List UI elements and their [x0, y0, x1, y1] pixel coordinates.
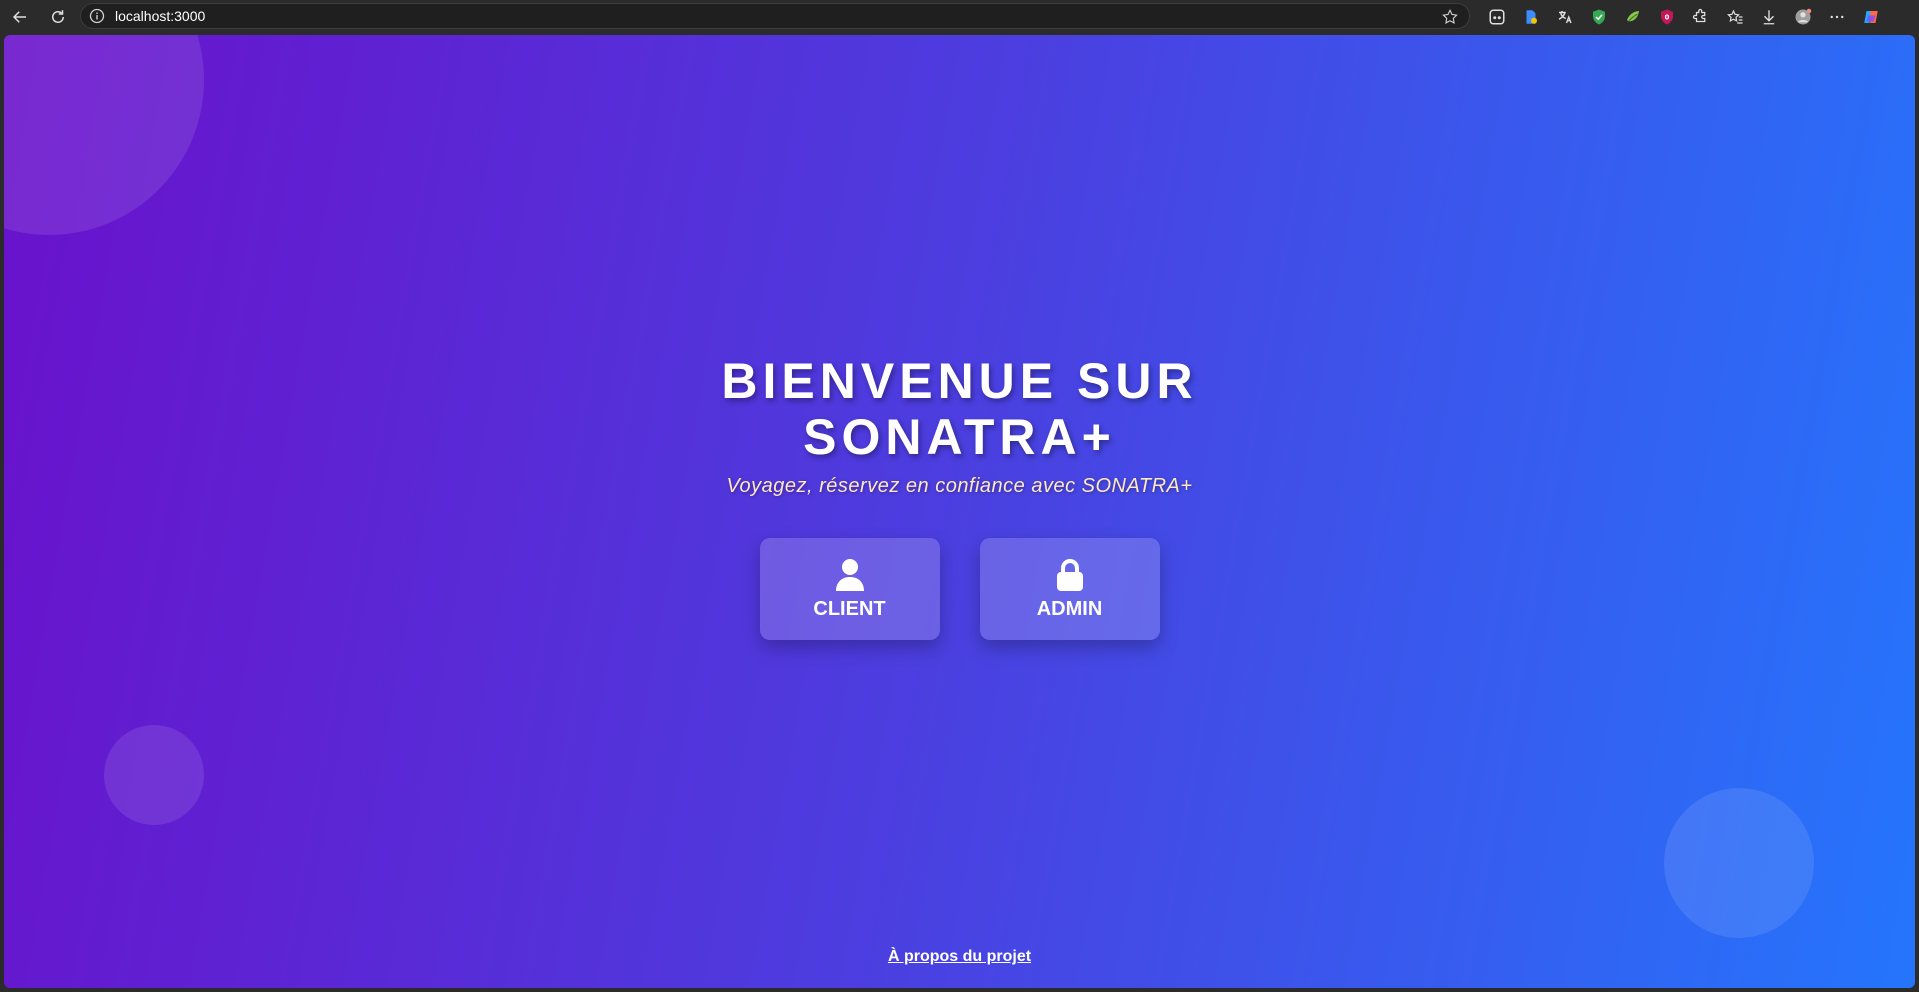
admin-button[interactable]: ADMIN	[979, 538, 1160, 640]
hero-section: BIENVENUE SUR SONATRA+ Voyagez, réservez…	[4, 353, 1915, 640]
user-icon	[835, 558, 864, 591]
document-icon	[1526, 10, 1537, 24]
copilot-button[interactable]	[1854, 0, 1888, 34]
screen-icon	[1489, 9, 1505, 25]
svg-text:0: 0	[1665, 13, 1670, 21]
avatar-icon	[1795, 8, 1812, 25]
puzzle-icon	[1692, 8, 1706, 23]
extension-2[interactable]	[1514, 0, 1548, 34]
client-button[interactable]: CLIENT	[759, 538, 940, 640]
extension-5[interactable]	[1616, 0, 1650, 34]
translate-icon	[1558, 11, 1572, 24]
extension-1[interactable]	[1480, 0, 1514, 34]
decorative-circle	[4, 35, 204, 235]
back-button[interactable]	[8, 5, 32, 29]
extension-6[interactable]: 0	[1650, 0, 1684, 34]
info-icon[interactable]	[89, 8, 105, 24]
favorites-icon	[1727, 9, 1743, 24]
page-title: BIENVENUE SUR SONATRA+	[721, 353, 1198, 465]
reload-button[interactable]	[46, 5, 70, 29]
page-viewport: BIENVENUE SUR SONATRA+ Voyagez, réservez…	[4, 35, 1915, 988]
about-project-link[interactable]: À propos du projet	[888, 948, 1031, 965]
extension-3[interactable]	[1548, 0, 1582, 34]
client-button-label: CLIENT	[813, 597, 886, 620]
downloads-button[interactable]	[1752, 0, 1786, 34]
star-icon[interactable]	[1441, 8, 1459, 26]
url-text: localhost:3000	[115, 8, 206, 24]
favorites-button[interactable]	[1718, 0, 1752, 34]
role-buttons: CLIENT ADMIN	[4, 538, 1915, 640]
profile-button[interactable]	[1786, 0, 1820, 34]
download-icon	[1763, 10, 1775, 25]
more-button[interactable]	[1820, 0, 1854, 34]
decorative-circle	[1664, 788, 1814, 938]
page-subtitle: Voyagez, réservez en confiance avec SONA…	[726, 475, 1193, 497]
extension-toolbar: 0	[1480, 0, 1888, 34]
more-icon	[1830, 15, 1844, 19]
back-arrow-icon	[12, 11, 26, 23]
shield-check-icon	[1593, 9, 1605, 25]
footer: À propos du projet	[4, 948, 1915, 966]
browser-toolbar: localhost:3000 0	[0, 0, 1919, 34]
decorative-circle	[104, 725, 204, 825]
extension-4[interactable]	[1582, 0, 1616, 34]
extensions-button[interactable]	[1684, 0, 1718, 34]
admin-button-label: ADMIN	[1036, 597, 1103, 620]
ublock-icon: 0	[1661, 9, 1673, 25]
reload-icon	[52, 10, 64, 23]
copilot-icon	[1864, 11, 1878, 23]
leaf-icon	[1627, 11, 1639, 22]
address-bar[interactable]: localhost:3000	[80, 3, 1470, 29]
lock-icon	[1056, 558, 1083, 591]
